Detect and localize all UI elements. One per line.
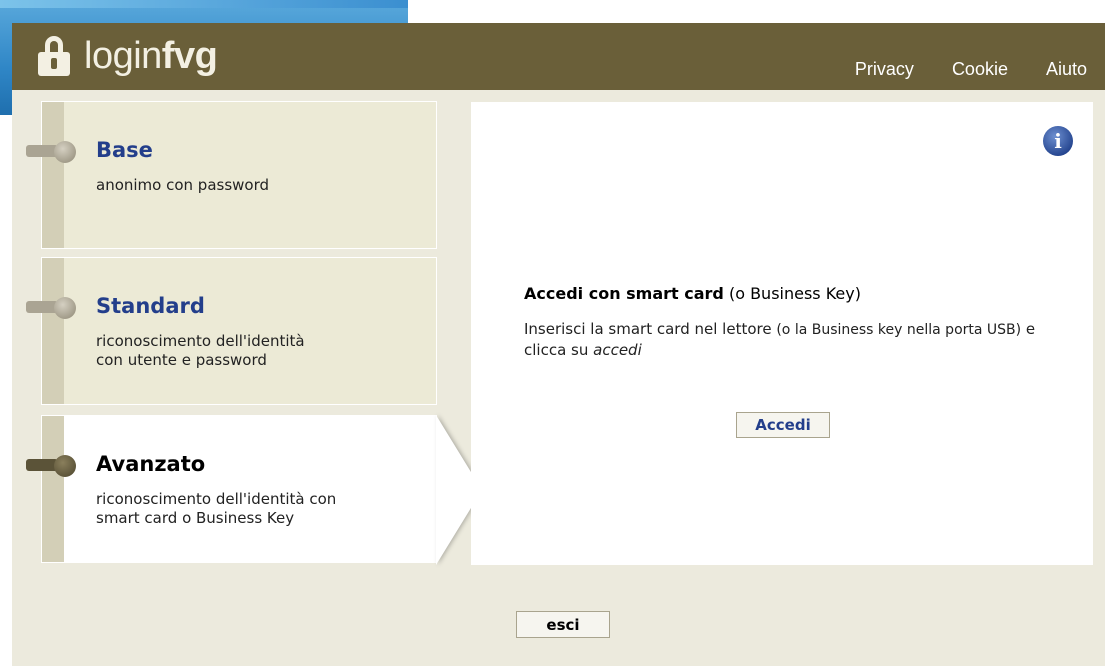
blue-corner-stripe bbox=[0, 0, 408, 8]
lock-icon bbox=[38, 36, 70, 76]
nav-link-aiuto[interactable]: Aiuto bbox=[1046, 59, 1087, 80]
level-description: riconoscimento dell'identità con smart c… bbox=[96, 490, 337, 527]
pin-icon bbox=[26, 141, 82, 163]
level-base[interactable]: Base anonimo con password bbox=[26, 101, 437, 249]
level-rail bbox=[42, 102, 64, 248]
level-description: riconoscimento dell'identità con utente … bbox=[96, 332, 305, 369]
smart-card-title: Accedi con smart card (o Business Key) bbox=[524, 284, 861, 303]
logo[interactable]: loginfvg bbox=[38, 31, 218, 81]
info-icon[interactable]: i bbox=[1043, 126, 1073, 156]
login-frame: loginfvg Privacy Cookie Aiuto Base anoni… bbox=[12, 23, 1105, 666]
level-title: Base bbox=[96, 138, 153, 162]
level-standard[interactable]: Standard riconoscimento dell'identità co… bbox=[26, 257, 437, 405]
header-bar: loginfvg Privacy Cookie Aiuto bbox=[12, 23, 1105, 90]
level-avanzato[interactable]: Avanzato riconoscimento dell'identità co… bbox=[26, 415, 482, 565]
pin-icon bbox=[26, 455, 82, 477]
level-rail bbox=[42, 258, 64, 404]
level-title: Standard bbox=[96, 294, 205, 318]
login-panel: i Accedi con smart card (o Business Key)… bbox=[471, 102, 1093, 565]
accedi-button[interactable]: Accedi bbox=[736, 412, 830, 438]
nav-link-cookie[interactable]: Cookie bbox=[952, 59, 1008, 80]
top-nav: Privacy Cookie Aiuto bbox=[855, 59, 1087, 80]
smart-card-instructions: Accedi con smart card (o Business Key) I… bbox=[524, 284, 1044, 360]
level-description: anonimo con password bbox=[96, 176, 270, 194]
esci-button[interactable]: esci bbox=[516, 611, 610, 638]
smart-card-text: Inserisci la smart card nel lettore (o l… bbox=[524, 320, 1036, 359]
nav-link-privacy[interactable]: Privacy bbox=[855, 59, 914, 80]
level-rail bbox=[42, 416, 64, 562]
level-title: Avanzato bbox=[96, 452, 206, 476]
logo-text: loginfvg bbox=[84, 34, 218, 77]
pin-icon bbox=[26, 297, 82, 319]
